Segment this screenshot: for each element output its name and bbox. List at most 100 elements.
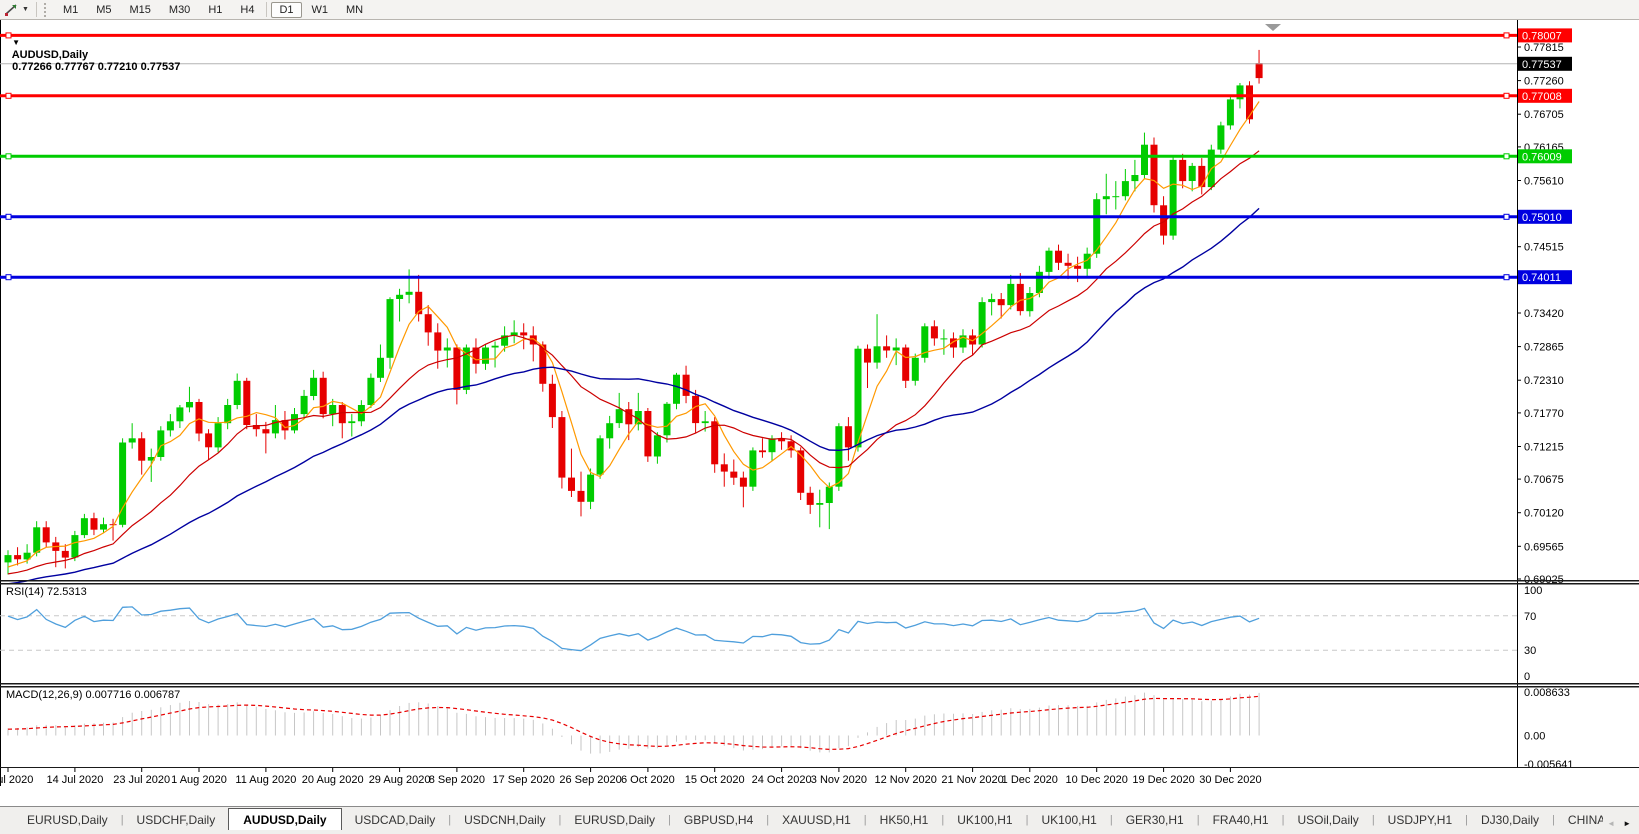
chart-left-border <box>0 19 1 786</box>
rsi-axis-label: 100 <box>1524 585 1542 597</box>
chart-tab[interactable]: HK50,H1 <box>867 810 942 831</box>
top-toolbar: ▼ M1 M5 M15 M30 H1 H4 D1 W1 MN <box>0 0 1639 20</box>
chart-shift-marker-icon[interactable] <box>1265 24 1281 31</box>
chart-tab[interactable]: USOil,Daily <box>1284 810 1371 831</box>
candle-body <box>577 490 585 502</box>
candle-body <box>186 402 193 408</box>
line-handle[interactable] <box>1503 274 1510 281</box>
line-handle[interactable] <box>5 213 12 220</box>
price-axis-label: 0.73420 <box>1524 308 1564 320</box>
tab-scroll-right-icon[interactable]: ► <box>1623 819 1631 828</box>
candle-body <box>195 402 203 434</box>
pane-separator[interactable] <box>0 686 1639 688</box>
time-axis-label: 24 Oct 2020 <box>752 774 812 786</box>
timeframe-button-w1[interactable]: W1 <box>304 2 337 18</box>
line-handle[interactable] <box>5 274 12 281</box>
line-tools-dropdown-icon[interactable]: ▼ <box>22 6 33 13</box>
candle-body <box>291 414 298 431</box>
candle-body <box>319 377 327 415</box>
candle-body <box>844 426 852 448</box>
candle-body <box>759 450 766 453</box>
candle-body <box>988 299 996 303</box>
candle-body <box>587 474 595 502</box>
pane-separator[interactable] <box>0 683 1639 685</box>
chart-title-symbol: AUDUSD,Daily <box>11 49 89 61</box>
macd-indicator-label: MACD(12,26,9) 0.007716 0.006787 <box>6 689 181 701</box>
candle-body <box>176 407 184 422</box>
candle-body <box>453 347 461 390</box>
toolbar-grip[interactable] <box>43 2 50 17</box>
axis-divider <box>1517 19 1518 768</box>
chart-tab[interactable]: EURUSD,Daily <box>561 810 668 831</box>
rsi-axis-label: 70 <box>1524 611 1536 623</box>
line-handle[interactable] <box>5 153 12 160</box>
candle-body <box>243 380 251 425</box>
line-handle[interactable] <box>5 92 12 99</box>
candle-body <box>663 403 671 436</box>
candle-body <box>396 294 404 299</box>
time-axis-label: 4 Jul 2020 <box>0 774 33 786</box>
chart-tab[interactable]: EURUSD,Daily <box>14 810 121 831</box>
chart-svg[interactable]: 0.778150.772600.767050.761650.756100.745… <box>0 0 1639 806</box>
timeframe-button-h4[interactable]: H4 <box>232 2 262 18</box>
rsi-axis-label: 0 <box>1524 671 1530 683</box>
chart-tab[interactable]: AUDUSD,Daily <box>228 808 342 831</box>
time-axis-label: 1 Dec 2020 <box>1002 774 1058 786</box>
line-handle[interactable] <box>1503 92 1510 99</box>
rsi-axis-label: 30 <box>1524 645 1536 657</box>
chart-tab-bar: EURUSD,Daily | USDCHF,Daily AUDUSD,Daily USD… <box>0 806 1639 831</box>
candle-body <box>1150 144 1158 206</box>
indicator-line <box>7 695 1260 751</box>
chart-title-dropdown-icon[interactable]: ▼ <box>12 38 20 47</box>
chart-tab[interactable]: USDCHF,Daily <box>124 810 229 831</box>
line-handle[interactable] <box>1503 213 1510 220</box>
line-tools-icon[interactable] <box>0 1 22 18</box>
candle-body <box>42 527 50 543</box>
candle-body <box>491 345 499 348</box>
candle-body <box>1026 293 1034 312</box>
candle-body <box>1255 63 1263 79</box>
candle-body <box>568 477 575 491</box>
chart-tab[interactable]: USDJPY,H1 <box>1375 810 1465 831</box>
pane-separator[interactable] <box>0 583 1639 585</box>
price-badge-label: 0.75010 <box>1522 212 1562 224</box>
chart-tab[interactable]: GER30,H1 <box>1113 810 1197 831</box>
time-axis-label: 12 Nov 2020 <box>875 774 937 786</box>
timeframe-button-m30[interactable]: M30 <box>161 2 198 18</box>
timeframe-button-d1[interactable]: D1 <box>271 1 302 18</box>
chart-tab[interactable]: CHINA300,H1 <box>1555 810 1603 831</box>
candle-body <box>940 338 948 340</box>
candle-body <box>61 550 69 558</box>
candle-body <box>138 438 146 461</box>
timeframe-button-mn[interactable]: MN <box>338 2 371 18</box>
chart-tab[interactable]: USDCAD,Daily <box>342 810 449 831</box>
pane-separator[interactable] <box>0 580 1639 582</box>
candle-body <box>1064 262 1072 266</box>
candle-body <box>892 347 900 351</box>
candle-body <box>835 426 843 487</box>
chart-tab[interactable]: UK100,H1 <box>1028 810 1109 831</box>
line-handle[interactable] <box>1503 32 1510 39</box>
chart-tab[interactable]: DJ30,Daily <box>1468 810 1552 831</box>
candle-body <box>386 299 394 358</box>
chart-tab[interactable]: USDCNH,Daily <box>451 810 558 831</box>
chart-tab[interactable]: XAUUSD,H1 <box>769 810 864 831</box>
chart-tab[interactable]: UK100,H1 <box>944 810 1025 831</box>
candle-body <box>692 395 700 424</box>
time-axis-label: 15 Oct 2020 <box>685 774 745 786</box>
timeframe-button-h1[interactable]: H1 <box>200 2 230 18</box>
time-axis-label: 11 Aug 2020 <box>235 774 296 786</box>
timeframe-button-m5[interactable]: M5 <box>88 2 119 18</box>
candle-body <box>806 492 814 505</box>
candle-body <box>1226 99 1234 126</box>
timeframe-button-m15[interactable]: M15 <box>122 2 159 18</box>
chart-tab[interactable]: FRA40,H1 <box>1200 810 1282 831</box>
candle-body <box>434 332 442 351</box>
tab-scroll-left-icon[interactable]: ◄ <box>1607 819 1615 828</box>
timeframe-button-m1[interactable]: M1 <box>55 2 86 18</box>
candle-body <box>90 518 98 530</box>
line-handle[interactable] <box>1503 153 1510 160</box>
toolbar-separator <box>35 2 37 17</box>
chart-tab[interactable]: GBPUSD,H4 <box>671 810 766 831</box>
price-axis-label: 0.74515 <box>1524 242 1564 254</box>
